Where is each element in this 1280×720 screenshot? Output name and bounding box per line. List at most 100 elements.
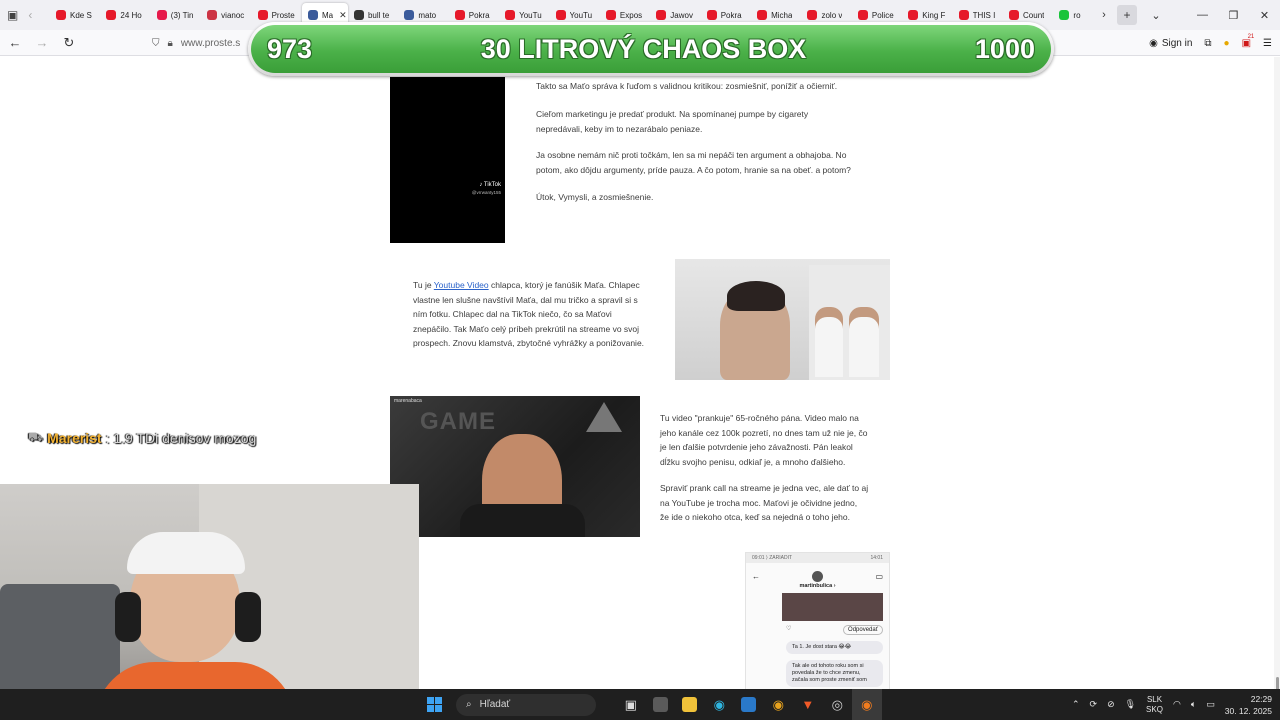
- goal-current-value: 973: [267, 33, 313, 64]
- photo-inset-person-1: [815, 307, 843, 377]
- tab-title: Proste: [271, 10, 295, 20]
- reload-button[interactable]: ↻: [57, 35, 81, 51]
- stream-chat-message: ⛟ Marerist : 1.9 TDi denisov mozog: [28, 430, 256, 446]
- chrome-icon[interactable]: ◉: [764, 689, 794, 720]
- taskbar-search-placeholder: Hľadať: [479, 699, 511, 710]
- youtube-video-link[interactable]: Youtube Video: [434, 280, 489, 290]
- firefox-view-icon[interactable]: ▣: [7, 8, 18, 22]
- tab-favicon-icon: [908, 10, 919, 20]
- wifi-icon[interactable]: ◠: [1173, 699, 1181, 710]
- page-scrollbar[interactable]: [1274, 57, 1280, 715]
- stream-goal-banner: 973 30 LITROVÝ CHAOS BOX 1000: [248, 22, 1054, 76]
- back-button[interactable]: ←: [3, 35, 27, 50]
- windows-taskbar: ⌕ Hľadať ▣ ◉ ◉ ▼ ◎ ◉ ⌃ ⟳ ⊘ 🎙︎ SLK SKQ ◠ …: [0, 689, 1280, 720]
- list-all-tabs-icon[interactable]: ⌄: [1143, 9, 1169, 22]
- tray-overflow-icon[interactable]: ⌃: [1072, 699, 1080, 710]
- article-paragraph-1: Takto sa Maťo správa k ľuďom s validnou …: [536, 81, 838, 91]
- tray-sync-icon[interactable]: ⟳: [1090, 699, 1098, 710]
- tracking-protection-icon[interactable]: ⛉: [152, 38, 160, 49]
- tab-title: King F: [922, 10, 946, 20]
- clock-date: 30. 12. 2025: [1224, 705, 1272, 716]
- file-explorer-icon[interactable]: [675, 689, 705, 720]
- tab-title: (3) Tin: [170, 10, 194, 20]
- browser-tab[interactable]: 24 Ho: [100, 3, 150, 27]
- scroll-tabs-right-icon[interactable]: ›: [1091, 9, 1117, 21]
- task-view-icon[interactable]: ▣: [616, 689, 646, 720]
- phone-status-left: 09:01 ⟩ ZARIADIT: [752, 555, 793, 561]
- start-button[interactable]: [420, 689, 448, 720]
- tab-favicon-icon: [555, 10, 566, 20]
- goal-title: 30 LITROVÝ CHAOS BOX: [480, 33, 807, 64]
- chat-badge-icon: ⛟: [28, 430, 44, 444]
- tab-favicon-icon: [257, 10, 268, 20]
- url-text[interactable]: www.proste.s: [181, 38, 240, 49]
- taskbar-search[interactable]: ⌕ Hľadať: [456, 693, 596, 716]
- windows-logo-icon: [426, 697, 442, 712]
- photo-inset: [809, 265, 890, 380]
- tray-network-off-icon[interactable]: ⊘: [1107, 699, 1115, 710]
- paragraph-line: Tu je Youtube Video chlapca, ktorý je fa…: [413, 278, 644, 293]
- tab-favicon-icon: [656, 10, 667, 20]
- tab-title: zolo v: [821, 10, 843, 20]
- addon-badge-icon[interactable]: ▣ 21: [1242, 34, 1255, 49]
- tab-title: vianoc: [221, 10, 245, 20]
- extensions-icon[interactable]: ⧉: [1204, 38, 1211, 49]
- phone-shared-media: [782, 593, 883, 621]
- paragraph-line: prospech. Znovu klamstvá, zbytočné vyhrá…: [413, 338, 645, 348]
- browser-tab[interactable]: vianoc: [201, 3, 251, 27]
- taskbar-clock[interactable]: 22:29 30. 12. 2025: [1225, 693, 1272, 717]
- tab-favicon-icon: [605, 10, 616, 20]
- photos-icon[interactable]: [734, 689, 764, 720]
- forward-button[interactable]: →: [30, 35, 54, 50]
- brave-icon[interactable]: ▼: [793, 689, 823, 720]
- paragraph-line: nepredávali, keby im to nezarábalo penia…: [536, 123, 703, 134]
- restore-button[interactable]: ❐: [1218, 9, 1249, 22]
- store-icon[interactable]: [646, 689, 676, 720]
- tab-title: YouTu: [519, 10, 542, 20]
- minimize-button[interactable]: —: [1187, 9, 1218, 21]
- tab-favicon-icon: [454, 10, 465, 20]
- battery-icon[interactable]: ▭: [1206, 699, 1215, 710]
- tiktok-handle: @vrrwanty155: [471, 190, 501, 195]
- webcam-streamer-cap: [127, 532, 245, 574]
- chat-screenshot-image: 09:01 ⟩ ZARIADIT 14:01 ← ▭ martinbulica …: [745, 552, 890, 689]
- tab-favicon-icon: [307, 10, 318, 20]
- addon-icon[interactable]: ●: [1224, 38, 1230, 49]
- tab-favicon-icon: [857, 10, 868, 20]
- tab-title: Pokra: [468, 10, 490, 20]
- tab-title: Pokra: [720, 10, 742, 20]
- obs-icon[interactable]: ◎: [823, 689, 853, 720]
- paragraph-text: chlapca, ktorý je fanúšik Maťa. Chlapec: [488, 280, 640, 290]
- language-indicator[interactable]: SLK SKQ: [1146, 695, 1163, 715]
- paragraph-line: Ja osobne nemám nič proti točkám, len sa…: [536, 150, 847, 160]
- fan-photo-image: [675, 259, 890, 380]
- paragraph-line: Spraviť prank call na streame je jedna v…: [660, 483, 869, 493]
- paragraph-line: vlastne len slušne navštívil Maťa, dal m…: [413, 294, 638, 305]
- menu-icon[interactable]: ☰: [1263, 38, 1272, 49]
- scroll-tabs-left-icon[interactable]: ‹: [28, 8, 32, 22]
- close-window-button[interactable]: ✕: [1249, 9, 1280, 22]
- tab-title: Count: [1023, 10, 1045, 20]
- close-tab-icon[interactable]: ✕: [339, 10, 347, 21]
- lock-icon[interactable]: 🔒︎: [168, 38, 173, 49]
- stream-channel-label: marenabaca: [394, 398, 422, 404]
- browser-tab[interactable]: (3) Tin: [151, 3, 201, 27]
- paragraph-line: Tu video "prankuje" 65-ročného pána. Vid…: [660, 413, 859, 423]
- tab-favicon-icon: [706, 10, 717, 20]
- tab-title: ro: [1073, 10, 1081, 20]
- article-paragraph-6: Tu video "prankuje" 65-ročného pána. Vid…: [660, 411, 867, 469]
- tab-title: Ma: [321, 10, 334, 20]
- firefox-icon[interactable]: ◉: [852, 689, 882, 720]
- account-icon: ◉: [1149, 37, 1158, 49]
- edge-icon[interactable]: ◉: [705, 689, 735, 720]
- tiktok-watermark: ♪ TikTok @vrrwanty155: [472, 181, 501, 197]
- sign-in-button[interactable]: ◉ Sign in: [1149, 38, 1192, 49]
- tray-mic-icon[interactable]: 🎙︎: [1125, 699, 1136, 710]
- new-tab-button[interactable]: +: [1117, 5, 1137, 25]
- phone-reply-button: Odpovedať: [843, 625, 883, 635]
- stream-triangle-icon: [586, 402, 622, 432]
- browser-tab[interactable]: Kde S: [50, 3, 100, 27]
- system-tray: ⌃ ⟳ ⊘ 🎙︎ SLK SKQ ◠ 🔈︎ ▭ 22:29 30. 12. 20…: [1072, 689, 1272, 720]
- tiktok-video-thumbnail[interactable]: ♪ TikTok @vrrwanty155: [390, 77, 505, 243]
- volume-icon[interactable]: 🔈︎: [1191, 699, 1196, 710]
